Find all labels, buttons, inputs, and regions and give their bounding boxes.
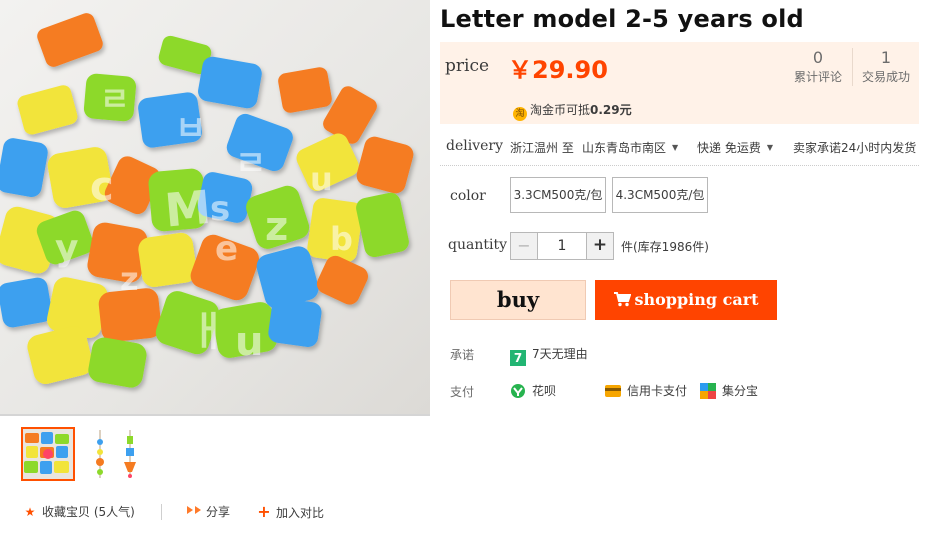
svg-text:y: y [55,228,78,269]
seven-day-icon: 7 [510,350,526,366]
quantity-increase-button[interactable]: + [586,232,614,260]
credit-card-icon [605,383,621,399]
deals-label: 交易成功 [861,70,910,84]
delivery-row: delivery 浙江温州 至 山东青岛市南区 ▼ 快递 免运费 ▼ 卖家承诺24小… [446,138,919,158]
favorite-button[interactable]: ★ 收藏宝贝 (5人气) [22,503,135,523]
svg-text:ㄹ: ㄹ [235,144,266,184]
reviews-stat[interactable]: 0 累计评论 [785,48,851,86]
reviews-count: 0 [812,48,824,67]
promise-label: 承诺 [450,348,475,362]
svg-text:b: b [330,220,353,258]
svg-text:c: c [90,164,114,210]
chevron-down-icon: ▼ [766,143,773,152]
shipping-method: 快递 免运费 [697,141,761,155]
thumbnail-1[interactable] [21,427,75,481]
favorite-label: 收藏宝贝 (5人气) [42,505,135,519]
seven-day-label: 7天无理由 [532,347,588,361]
huabei-icon [510,383,526,399]
share-button[interactable]: 分享 [186,503,230,523]
color-option-2[interactable]: 4.3CM500克/包 [612,177,708,213]
coin-value: 0.29元 [590,103,632,117]
svg-text:ㅐ: ㅐ [190,309,227,355]
credit-card-payment[interactable]: 信用卡支付 [605,382,687,399]
price-value: ￥29.90 [508,56,608,84]
quantity-label: quantity [448,237,507,253]
stock-info: 件(库存1986件) [621,240,709,254]
deals-stat[interactable]: 1 交易成功 [852,48,919,86]
coin-text: 淘金币可抵 [530,103,591,117]
divider [161,504,162,520]
star-icon: ★ [24,505,36,519]
price-label: price [445,56,490,76]
svg-text:u: u [235,319,263,365]
divider [440,165,919,166]
share-icon [186,503,202,521]
delivery-destination-select[interactable]: 山东青岛市南区 ▼ [582,139,678,156]
cart-label: shopping cart [634,290,759,309]
shipping-promise: 卖家承诺24小时内发货 [793,141,917,155]
delivery-label: delivery [446,138,503,154]
jifenbao-payment[interactable]: 集分宝 [700,382,758,399]
shipping-method-select[interactable]: 快递 免运费 ▼ [697,139,773,156]
thumbnail-3[interactable] [118,428,170,480]
add-to-cart-button[interactable]: shopping cart [595,280,777,320]
coin-icon: 淘 [513,107,527,121]
share-label: 分享 [206,505,231,519]
credit-card-label: 信用卡支付 [627,384,688,398]
delivery-from: 浙江温州 至 [510,141,574,155]
svg-text:e: e [215,229,238,269]
quantity-decrease-button[interactable]: − [510,232,538,260]
color-option-1[interactable]: 3.3CM500克/包 [510,177,606,213]
chevron-down-icon: ▼ [672,143,679,152]
compare-button[interactable]: + 加入对比 [256,503,324,523]
huabei-label: 花呗 [532,384,557,398]
main-product-image[interactable]: M s e z c ㅂ ㄹ u y z ㅐ u ㄹ b [0,0,430,416]
payment-label: 支付 [450,385,475,399]
svg-text:z: z [120,260,139,298]
product-title: Letter model 2-5 years old [440,5,804,33]
svg-text:ㅂ: ㅂ [175,109,206,149]
color-label: color [450,188,486,204]
svg-text:u: u [310,160,333,198]
deals-count: 1 [880,48,892,67]
svg-text:s: s [210,189,230,229]
svg-text:ㄹ: ㄹ [100,80,129,118]
huabei-payment[interactable]: 花呗 [510,382,556,399]
compare-label: 加入对比 [276,506,325,520]
coin-discount: 淘淘金币可抵0.29元 [513,101,632,121]
jifenbao-label: 集分宝 [722,384,759,398]
seven-day-return[interactable]: 7 7天无理由 [510,345,588,366]
svg-text:z: z [265,204,288,250]
buy-button[interactable]: buy [450,280,586,320]
plus-icon: + [257,502,271,521]
image-divider [0,414,430,416]
price-panel: price ￥29.90 0 累计评论 1 交易成功 淘淘金币可抵0.29元 [440,42,919,124]
svg-text:M: M [163,180,213,238]
cart-icon [613,282,632,322]
reviews-label: 累计评论 [793,70,842,84]
delivery-destination: 山东青岛市南区 [582,141,667,155]
quantity-input[interactable]: 1 [537,232,587,260]
jifenbao-icon [700,383,716,399]
